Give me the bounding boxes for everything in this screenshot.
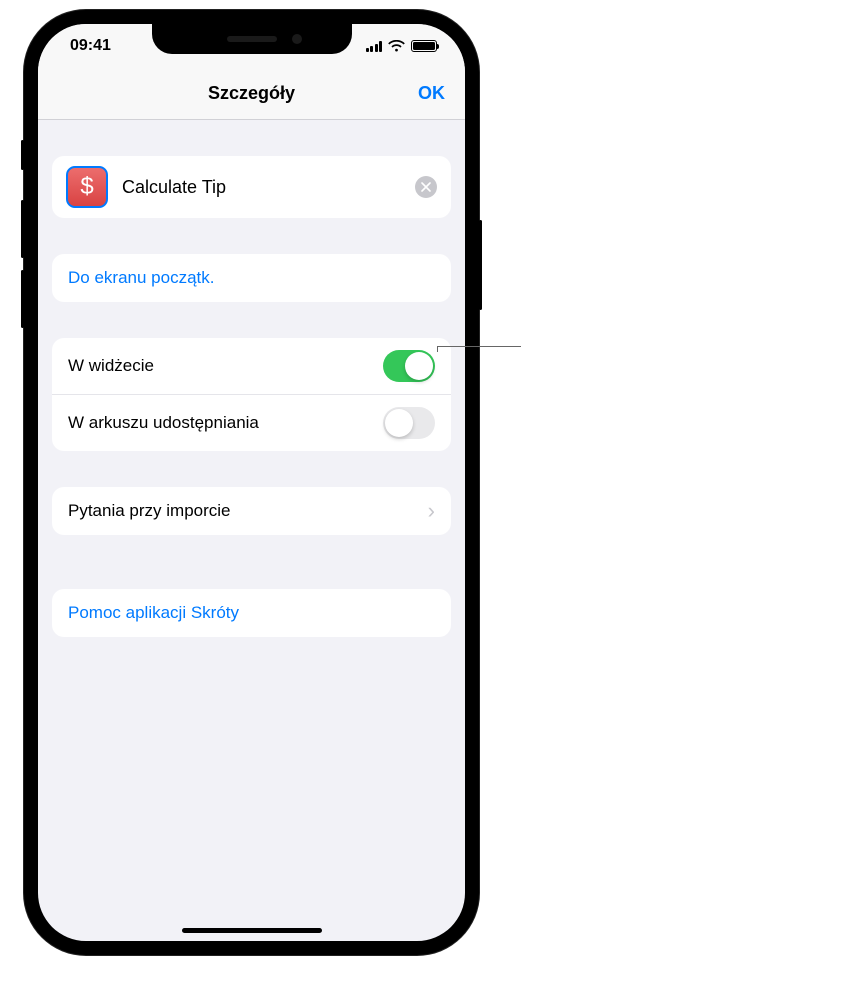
add-to-home-label: Do ekranu początk. (68, 268, 214, 288)
help-button[interactable]: Pomoc aplikacji Skróty (52, 589, 451, 637)
nav-title: Szczegóły (208, 83, 295, 104)
import-questions-label: Pytania przy imporcie (68, 501, 231, 521)
chevron-right-icon: › (428, 500, 435, 522)
help-group: Pomoc aplikacji Skróty (52, 589, 451, 637)
front-camera (292, 34, 302, 44)
shortcut-name-field[interactable]: Calculate Tip (122, 177, 415, 198)
status-indicators (366, 40, 438, 52)
content: $ Calculate Tip Do ekranu początk. (38, 120, 465, 637)
help-label: Pomoc aplikacji Skróty (68, 603, 239, 623)
add-to-home-group: Do ekranu początk. (52, 254, 451, 302)
widget-row: W widżecie (52, 338, 451, 394)
shortcut-title-group: $ Calculate Tip (52, 156, 451, 218)
import-questions-button[interactable]: Pytania przy imporcie › (52, 487, 451, 535)
callout-line (437, 346, 521, 347)
toggle-group: W widżecie W arkuszu udostępniania (52, 338, 451, 451)
volume-down-button (21, 270, 24, 328)
dollar-icon: $ (80, 173, 93, 201)
import-questions-group: Pytania przy imporcie › (52, 487, 451, 535)
speaker (227, 36, 277, 42)
toggle-knob (385, 409, 413, 437)
nav-bar: Szczegóły OK (38, 68, 465, 120)
widget-toggle[interactable] (383, 350, 435, 382)
widget-label: W widżecie (68, 356, 154, 376)
add-to-home-button[interactable]: Do ekranu początk. (52, 254, 451, 302)
shortcut-title-row: $ Calculate Tip (52, 156, 451, 218)
phone-frame: 09:41 Szczegóły OK $ (24, 10, 479, 955)
notch (152, 24, 352, 54)
share-sheet-toggle[interactable] (383, 407, 435, 439)
wifi-icon (388, 40, 405, 52)
battery-icon (411, 40, 437, 52)
clear-button[interactable] (415, 176, 437, 198)
cellular-signal-icon (366, 41, 383, 52)
share-sheet-label: W arkuszu udostępniania (68, 413, 259, 433)
power-button (479, 220, 482, 310)
status-time: 09:41 (70, 37, 111, 55)
share-sheet-row: W arkuszu udostępniania (52, 394, 451, 451)
ok-button[interactable]: OK (418, 83, 445, 104)
mute-switch (21, 140, 24, 170)
screen: 09:41 Szczegóły OK $ (38, 24, 465, 941)
toggle-knob (405, 352, 433, 380)
shortcut-icon[interactable]: $ (66, 166, 108, 208)
home-indicator[interactable] (182, 928, 322, 933)
volume-up-button (21, 200, 24, 258)
close-icon (421, 182, 431, 192)
